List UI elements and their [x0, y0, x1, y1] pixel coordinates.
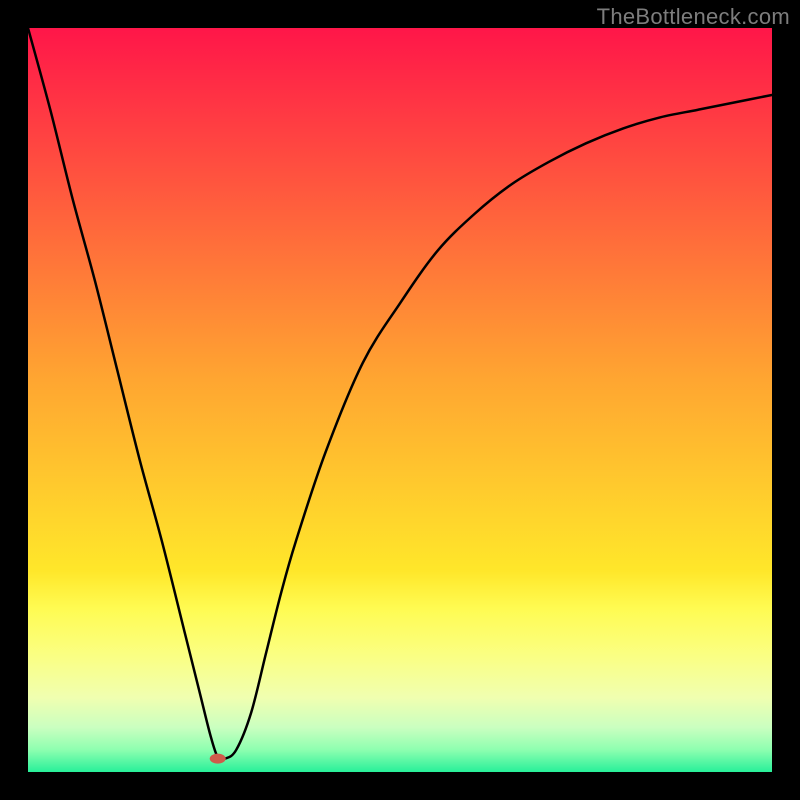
chart-svg	[28, 28, 772, 772]
chart-frame: TheBottleneck.com	[0, 0, 800, 800]
gradient-background	[28, 28, 772, 772]
attribution-label: TheBottleneck.com	[597, 4, 790, 30]
plot-area	[28, 28, 772, 772]
minimum-marker	[210, 754, 226, 764]
